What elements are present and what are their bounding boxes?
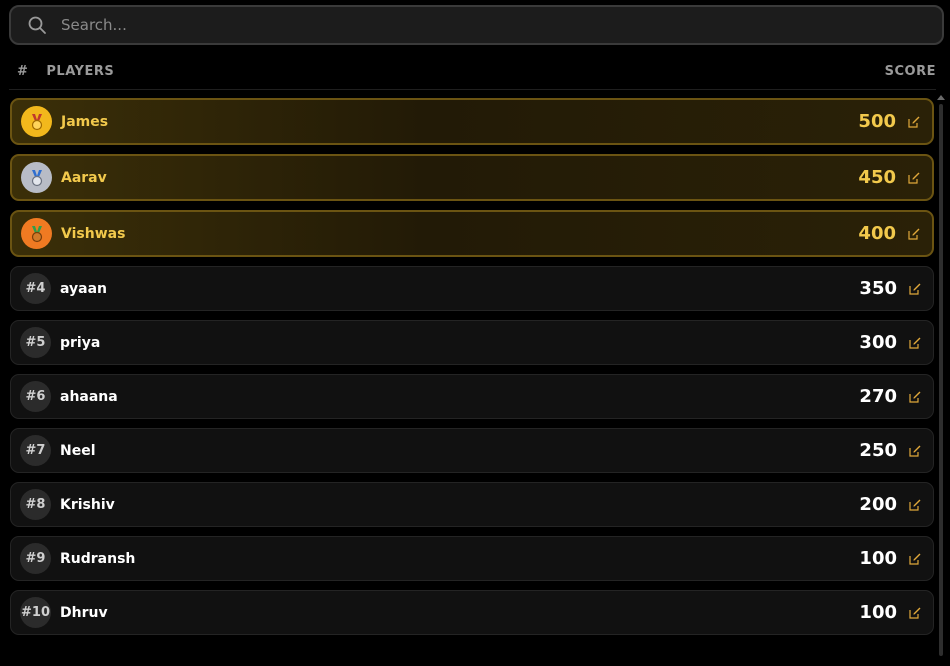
player-name: ahaana bbox=[60, 388, 118, 405]
player-name: James bbox=[61, 113, 109, 130]
player-score: 350 bbox=[859, 278, 897, 299]
player-name: Vishwas bbox=[61, 225, 126, 242]
rank-badge: #5 bbox=[20, 327, 51, 358]
leaderboard-header: # PLAYERS SCORE bbox=[9, 54, 936, 90]
leaderboard-row-6: #6 ahaana 270 bbox=[10, 374, 934, 419]
scroll-up-arrow[interactable] bbox=[937, 95, 945, 100]
leaderboard-row-2: Aarav 450 bbox=[10, 154, 934, 201]
edit-icon[interactable] bbox=[909, 607, 921, 619]
player-score: 100 bbox=[859, 548, 897, 569]
search-icon bbox=[27, 15, 47, 35]
edit-icon[interactable] bbox=[909, 283, 921, 295]
edit-icon[interactable] bbox=[909, 337, 921, 349]
rank-badge: #4 bbox=[20, 273, 51, 304]
player-name: Dhruv bbox=[60, 604, 108, 621]
player-score: 500 bbox=[858, 111, 896, 132]
search-input[interactable] bbox=[61, 16, 881, 34]
rank-badge: #7 bbox=[20, 435, 51, 466]
leaderboard-row-5: #5 priya 300 bbox=[10, 320, 934, 365]
player-score: 270 bbox=[859, 386, 897, 407]
score-column-header: SCORE bbox=[884, 64, 936, 79]
edit-icon[interactable] bbox=[909, 499, 921, 511]
player-score: 400 bbox=[858, 223, 896, 244]
edit-icon[interactable] bbox=[909, 553, 921, 565]
rank-badge: #6 bbox=[20, 381, 51, 412]
player-score: 300 bbox=[859, 332, 897, 353]
player-name: Krishiv bbox=[60, 496, 115, 513]
edit-icon[interactable] bbox=[909, 391, 921, 403]
leaderboard-row-8: #8 Krishiv 200 bbox=[10, 482, 934, 527]
leaderboard-row-4: #4 ayaan 350 bbox=[10, 266, 934, 311]
silver-medal-icon bbox=[21, 162, 52, 193]
bronze-medal-icon bbox=[21, 218, 52, 249]
rank-badge: #8 bbox=[20, 489, 51, 520]
edit-icon[interactable] bbox=[908, 172, 920, 184]
leaderboard-row-9: #9 Rudransh 100 bbox=[10, 536, 934, 581]
edit-icon[interactable] bbox=[908, 228, 920, 240]
rank-badge: #9 bbox=[20, 543, 51, 574]
rank-badge: #10 bbox=[20, 597, 51, 628]
edit-icon[interactable] bbox=[908, 116, 920, 128]
leaderboard-row-3: Vishwas 400 bbox=[10, 210, 934, 257]
leaderboard-row-7: #7 Neel 250 bbox=[10, 428, 934, 473]
edit-icon[interactable] bbox=[909, 445, 921, 457]
player-score: 200 bbox=[859, 494, 897, 515]
scrollbar-thumb[interactable] bbox=[939, 104, 943, 656]
player-score: 250 bbox=[859, 440, 897, 461]
player-name: Aarav bbox=[61, 169, 107, 186]
player-name: Neel bbox=[60, 442, 96, 459]
players-column-header: PLAYERS bbox=[46, 64, 115, 79]
leaderboard-row-1: James 500 bbox=[10, 98, 934, 145]
player-name: ayaan bbox=[60, 280, 108, 297]
player-score: 450 bbox=[858, 167, 896, 188]
player-name: Rudransh bbox=[60, 550, 136, 567]
player-name: priya bbox=[60, 334, 101, 351]
search-bar[interactable] bbox=[9, 5, 944, 45]
rank-column-header: # bbox=[17, 64, 29, 79]
leaderboard-row-10: #10 Dhruv 100 bbox=[10, 590, 934, 635]
player-score: 100 bbox=[859, 602, 897, 623]
gold-medal-icon bbox=[21, 106, 52, 137]
